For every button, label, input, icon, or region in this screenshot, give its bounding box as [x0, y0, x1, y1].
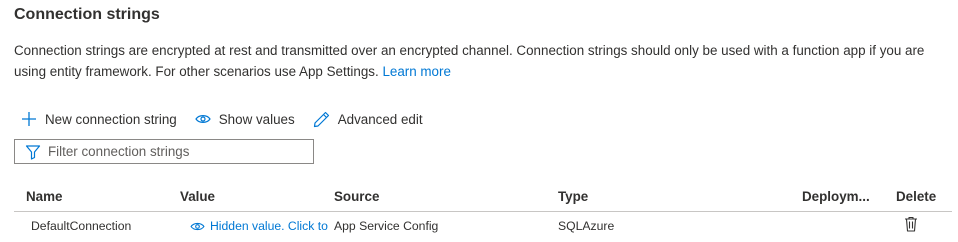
- new-connection-string-button[interactable]: New connection string: [21, 106, 177, 132]
- eye-icon: [190, 221, 205, 232]
- plus-icon: [21, 111, 37, 127]
- column-header-value[interactable]: Value: [180, 189, 215, 204]
- table-row: DefaultConnection Hidden value. Click to…: [14, 212, 952, 240]
- filter-connection-strings-box[interactable]: [14, 139, 314, 164]
- description-text: Connection strings are encrypted at rest…: [14, 43, 925, 79]
- column-header-name[interactable]: Name: [26, 189, 62, 204]
- advanced-edit-button[interactable]: Advanced edit: [313, 106, 423, 132]
- section-description: Connection strings are encrypted at rest…: [14, 41, 949, 82]
- filter-icon: [25, 144, 41, 160]
- show-values-label: Show values: [218, 111, 295, 127]
- connection-strings-panel: Connection strings Connection strings ar…: [0, 0, 958, 242]
- row-source: App Service Config: [334, 219, 439, 233]
- connection-strings-table: Name Value Source Type Deploym... Delete…: [14, 184, 952, 240]
- row-value-text: Hidden value. Click to show value: [210, 219, 330, 233]
- show-values-button[interactable]: Show values: [195, 106, 295, 132]
- new-connection-string-label: New connection string: [45, 111, 177, 127]
- filter-connection-strings-input[interactable]: [48, 144, 298, 159]
- row-name: DefaultConnection: [31, 219, 132, 233]
- column-header-delete: Delete: [896, 189, 937, 204]
- column-header-type[interactable]: Type: [558, 189, 588, 204]
- toolbar: New connection string Show values Advanc…: [14, 106, 423, 132]
- learn-more-link[interactable]: Learn more: [382, 64, 450, 79]
- column-header-source[interactable]: Source: [334, 189, 379, 204]
- advanced-edit-label: Advanced edit: [337, 111, 423, 127]
- trash-icon[interactable]: [904, 216, 918, 235]
- row-value-hidden-link[interactable]: Hidden value. Click to show value: [190, 219, 330, 233]
- section-title: Connection strings: [14, 6, 160, 23]
- table-header: Name Value Source Type Deploym... Delete: [14, 184, 952, 212]
- eye-icon: [195, 113, 211, 125]
- column-header-deployment[interactable]: Deploym...: [802, 189, 870, 204]
- row-type: SQLAzure: [558, 219, 615, 233]
- pencil-icon: [313, 111, 330, 128]
